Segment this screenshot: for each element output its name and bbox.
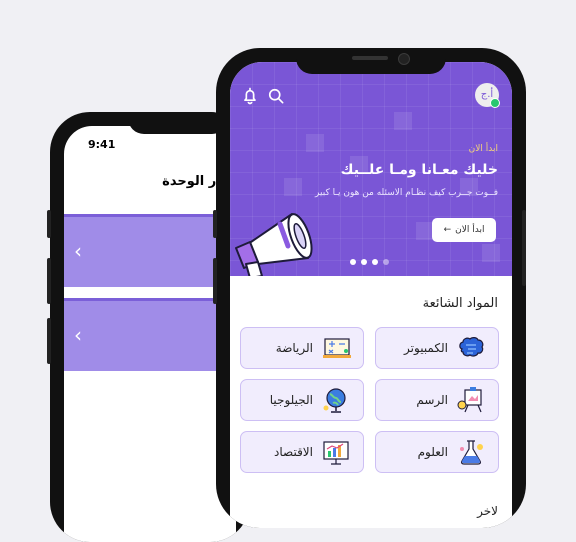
section-title-popular: المواد الشائعة [422,296,498,311]
banner-subline: فــوت جــرب كيف نظـام الاسئله من هون يـا… [315,188,498,198]
status-time: 9:41 [88,138,116,151]
carousel-dot[interactable] [372,259,378,265]
banner-headline: خليك معـانا ومـا علــيك [340,162,498,178]
subject-card-science[interactable]: العلوم [375,431,499,473]
carousel-dot[interactable] [383,259,389,265]
next-section-title: لاخر [477,504,498,518]
front-phone-screen: أ.ج ابدأ الان خليك معـانا ومـا علــيك فـ… [230,62,512,528]
unit-card[interactable]: ‹ [64,214,236,287]
chevron-left-icon: ‹ [74,323,82,347]
subject-card-drawing[interactable]: الرسم [375,379,499,421]
easel-icon [457,387,482,413]
start-now-button[interactable]: ابدأ الان ← [432,218,496,242]
phone-notch [296,48,446,74]
subject-card-economy[interactable]: الاقتصاد [240,431,364,473]
subject-card-computer[interactable]: الكمبيوتر [375,327,499,369]
bell-icon[interactable] [240,86,260,106]
subject-label: الاقتصاد [274,445,313,459]
banner-kicker: ابدأ الان [468,144,498,154]
front-camera [398,53,410,65]
back-phone-screen: 9:41 تار الوحدة ‹ ‹ [64,126,236,542]
megaphone-icon [235,213,313,276]
phone-side-button [47,258,51,304]
phone-side-button [522,210,526,286]
hero-banner: أ.ج ابدأ الان خليك معـانا ومـا علــيك فـ… [230,62,512,276]
chart-board-icon [323,441,349,465]
subject-card-geology[interactable]: الجيلوجيا [240,379,364,421]
flask-icon [460,440,483,465]
front-phone: أ.ج ابدأ الان خليك معـانا ومـا علــيك فـ… [216,48,526,528]
math-board-icon [323,338,351,358]
avatar[interactable]: أ.ج [475,83,500,108]
carousel-dot[interactable] [361,259,367,265]
online-status-dot [490,98,500,108]
globe-icon [323,388,346,413]
speaker [352,56,388,60]
search-icon[interactable] [266,86,286,106]
brain-chip-icon [459,337,484,357]
carousel-dot[interactable] [350,259,356,265]
subject-label: الرسم [416,393,448,407]
carousel-dots[interactable] [350,259,389,265]
subject-label: الرياضة [275,341,313,355]
unit-card[interactable]: ‹ [64,298,236,371]
phone-side-button [47,210,51,238]
subject-label: الكمبيوتر [404,341,448,355]
arrow-left-icon: ← [443,225,452,235]
phone-side-button [213,258,217,304]
phone-side-button [47,318,51,364]
chevron-left-icon: ‹ [74,239,82,263]
phone-side-button [213,210,217,238]
start-now-label: ابدأ الان [455,225,485,235]
subject-label: الجيلوجيا [269,393,313,407]
subject-label: العلوم [417,445,448,459]
subject-card-math[interactable]: الرياضة [240,327,364,369]
phone-notch [128,112,228,134]
